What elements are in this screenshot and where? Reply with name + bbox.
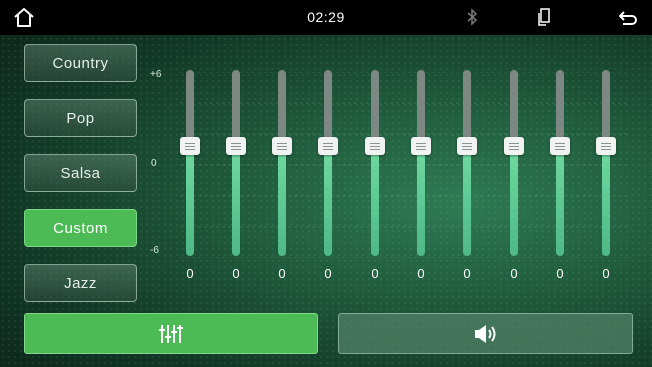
band-10-thumb[interactable] xyxy=(596,137,616,155)
preset-country-button[interactable]: Country xyxy=(24,44,137,82)
band-10-slider[interactable]: 0 xyxy=(584,60,628,290)
preset-pop-button[interactable]: Pop xyxy=(24,99,137,137)
equalizer-sliders-icon xyxy=(159,324,183,343)
band-1-value: 0 xyxy=(186,266,194,281)
band-8-slider[interactable]: 0 xyxy=(492,60,536,290)
scale-min-label: -6 xyxy=(150,245,159,256)
band-5-slider[interactable]: 0 xyxy=(353,60,397,290)
scale-zero-label: 0 xyxy=(151,158,157,169)
band-2-slider[interactable]: 0 xyxy=(214,60,258,290)
speaker-sound-icon xyxy=(474,324,495,343)
band-6-slider[interactable]: 0 xyxy=(399,60,443,290)
band-5-thumb[interactable] xyxy=(365,137,385,155)
band-7-value: 0 xyxy=(463,266,471,281)
band-2-value: 0 xyxy=(232,266,240,281)
band-3-thumb[interactable] xyxy=(272,137,292,155)
phone-link-icon[interactable] xyxy=(536,7,552,27)
equalizer-panel: +6 0 -6 0 0 0 0 0 0 0 0 0 0 xyxy=(145,60,635,290)
band-8-thumb[interactable] xyxy=(504,137,524,155)
band-5-value: 0 xyxy=(371,266,379,281)
band-9-thumb[interactable] xyxy=(550,137,570,155)
bluetooth-icon xyxy=(467,8,478,26)
clock: 02:29 xyxy=(307,9,345,25)
band-4-slider[interactable]: 0 xyxy=(306,60,350,290)
band-6-thumb[interactable] xyxy=(411,137,431,155)
preset-custom-button[interactable]: Custom xyxy=(24,209,137,247)
eq-screen: 02:29 Country Pop Salsa Custom Jazz +6 0… xyxy=(0,0,652,367)
sound-field-button[interactable] xyxy=(338,313,633,354)
band-8-value: 0 xyxy=(510,266,518,281)
preset-jazz-button[interactable]: Jazz xyxy=(24,264,137,302)
band-2-thumb[interactable] xyxy=(226,137,246,155)
band-4-thumb[interactable] xyxy=(318,137,338,155)
band-9-slider[interactable]: 0 xyxy=(538,60,582,290)
preset-salsa-button[interactable]: Salsa xyxy=(24,154,137,192)
back-icon[interactable] xyxy=(617,7,639,29)
band-7-thumb[interactable] xyxy=(457,137,477,155)
band-7-slider[interactable]: 0 xyxy=(445,60,489,290)
scale-max-label: +6 xyxy=(150,69,162,80)
band-6-value: 0 xyxy=(417,266,425,281)
band-1-slider[interactable]: 0 xyxy=(168,60,212,290)
status-bar: 02:29 xyxy=(0,0,652,35)
band-10-value: 0 xyxy=(602,266,610,281)
band-3-slider[interactable]: 0 xyxy=(260,60,304,290)
band-9-value: 0 xyxy=(556,266,564,281)
equalizer-mode-button[interactable] xyxy=(24,313,318,354)
band-3-value: 0 xyxy=(278,266,286,281)
band-4-value: 0 xyxy=(324,266,332,281)
band-1-thumb[interactable] xyxy=(180,137,200,155)
